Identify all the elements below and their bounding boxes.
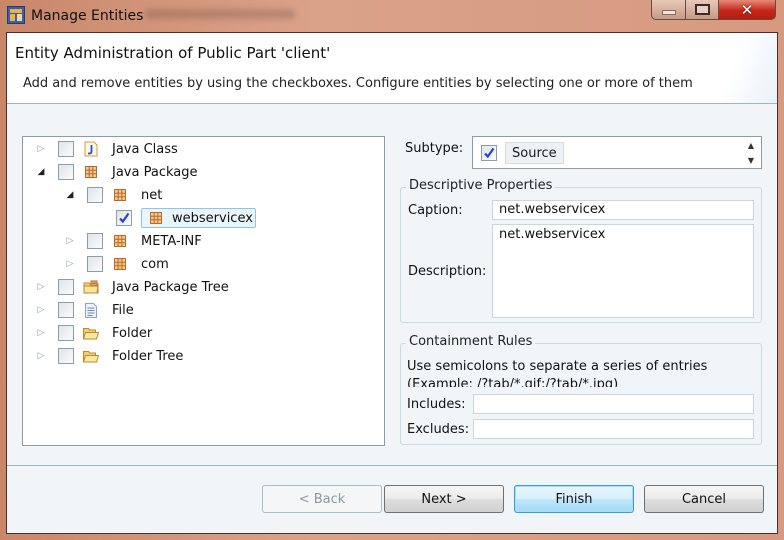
tree-item[interactable]: ▷ META-INF [64,230,205,252]
footer-separator [7,465,777,466]
tree-item-label[interactable]: net [138,187,165,204]
tree-item-checkbox[interactable] [58,302,74,318]
next-button[interactable]: Next > [384,485,504,513]
java-class-icon [83,141,99,157]
minimize-button[interactable] [651,0,686,20]
tree-item[interactable]: ◢ Java Package [35,161,200,183]
expand-arrow-icon[interactable]: ▷ [35,143,47,155]
folder-icon [83,325,99,341]
file-icon [83,302,99,318]
descriptive-properties-title: Descriptive Properties [406,178,556,193]
tree-item[interactable]: ▷ com [64,253,172,275]
caption-label: Caption: [408,203,463,218]
containment-example: (Example: /?tab/*.gif;/?tab/*.jpg) [407,377,619,387]
expand-arrow-icon[interactable]: ▷ [64,258,76,270]
tree-item-label[interactable]: META-INF [138,233,205,250]
title-bar: Manage Entities ✕ [0,0,784,32]
back-button[interactable]: < Back [262,485,382,513]
maximize-button[interactable] [686,0,719,20]
window-title: Manage Entities [31,8,144,24]
java-package-icon [112,187,128,203]
folder-icon [83,348,99,364]
tree-item-checkbox[interactable] [87,187,103,203]
tree-item-checkbox[interactable] [58,141,74,157]
tree-item[interactable]: ▷ Folder Tree [35,345,186,367]
tree-item-checkbox[interactable] [87,256,103,272]
subtype-value[interactable]: Source [505,142,564,164]
page-description: Add and remove entities by using the che… [23,76,693,91]
no-arrow-spacer [93,212,105,224]
minimize-icon [661,10,676,15]
java-package-icon [83,164,99,180]
wizard-header: Entity Administration of Public Part 'cl… [7,33,777,104]
tree-item-checkbox[interactable] [58,279,74,295]
subtype-checkbox[interactable] [481,145,497,161]
tree-item-checkbox[interactable] [87,233,103,249]
includes-label: Includes: [407,397,466,412]
tree-item-selection[interactable]: webservicex [141,208,256,228]
tree-item-checkbox[interactable] [58,164,74,180]
tree-item-label[interactable]: Folder Tree [109,348,186,365]
app-icon [7,6,25,24]
close-icon: ✕ [740,0,754,19]
excludes-field[interactable] [473,419,754,439]
containment-example-clip: (Example: /?tab/*.gif;/?tab/*.jpg) [407,377,757,387]
checkmark-icon [484,147,495,159]
caption-field[interactable]: net.webservicex [492,200,754,220]
includes-field[interactable] [473,394,754,414]
description-label: Description: [408,264,487,279]
subtype-spinner[interactable]: ▲ ▼ [745,141,757,165]
tree-item-label[interactable]: File [109,302,137,319]
tree-item[interactable]: ▷ Java Package Tree [35,276,232,298]
spin-down-icon[interactable]: ▼ [748,156,754,165]
expand-arrow-icon[interactable]: ▷ [35,350,47,362]
tree-item[interactable]: ▷ Java Class [35,138,181,160]
tree-item[interactable]: ◢ net [64,184,165,206]
finish-button[interactable]: Finish [514,485,634,513]
collapse-arrow-icon[interactable]: ◢ [35,166,47,178]
excludes-label: Excludes: [407,422,470,437]
tree-item-checkbox[interactable] [58,325,74,341]
tree-item-label[interactable]: Folder [109,325,155,342]
subtype-label: Subtype: [405,141,464,156]
dialog: Entity Administration of Public Part 'cl… [6,32,778,534]
cancel-button[interactable]: Cancel [644,485,764,513]
expand-arrow-icon[interactable]: ▷ [35,304,47,316]
close-button[interactable]: ✕ [719,0,776,20]
tree-item[interactable]: webservicex [93,207,256,229]
expand-arrow-icon[interactable]: ▷ [35,327,47,339]
containment-hint: Use semicolons to separate a series of e… [407,359,708,374]
blurred-title-text [145,9,295,19]
tree-item-checkbox[interactable] [116,210,132,226]
tree-item-label[interactable]: Java Class [109,141,181,158]
package-folder-icon [83,279,99,295]
tree-item[interactable]: ▷ Folder [35,322,155,344]
subtype-list[interactable]: Source ▲ ▼ [472,136,762,169]
maximize-icon [694,4,710,15]
tree-item-checkbox[interactable] [58,348,74,364]
java-package-icon [112,256,128,272]
tree-item[interactable]: ▷ File [35,299,137,321]
tree-item-label[interactable]: Java Package Tree [109,279,232,296]
tree-item-label[interactable]: Java Package [109,164,200,181]
java-package-icon [112,233,128,249]
containment-rules-title: Containment Rules [406,334,536,349]
description-field[interactable]: net.webservicex [492,224,754,318]
entity-tree[interactable]: ▷ Java Class ◢ Java Package ◢ net webservicex ▷… [22,136,385,446]
collapse-arrow-icon[interactable]: ◢ [64,189,76,201]
checkmark-icon [119,212,130,224]
expand-arrow-icon[interactable]: ▷ [64,235,76,247]
java-package-icon [148,210,164,226]
expand-arrow-icon[interactable]: ▷ [35,281,47,293]
page-title: Entity Administration of Public Part 'cl… [15,44,331,62]
tree-item-label[interactable]: com [138,256,172,273]
tree-item-label[interactable]: webservicex [172,211,253,226]
spin-up-icon[interactable]: ▲ [748,141,754,150]
